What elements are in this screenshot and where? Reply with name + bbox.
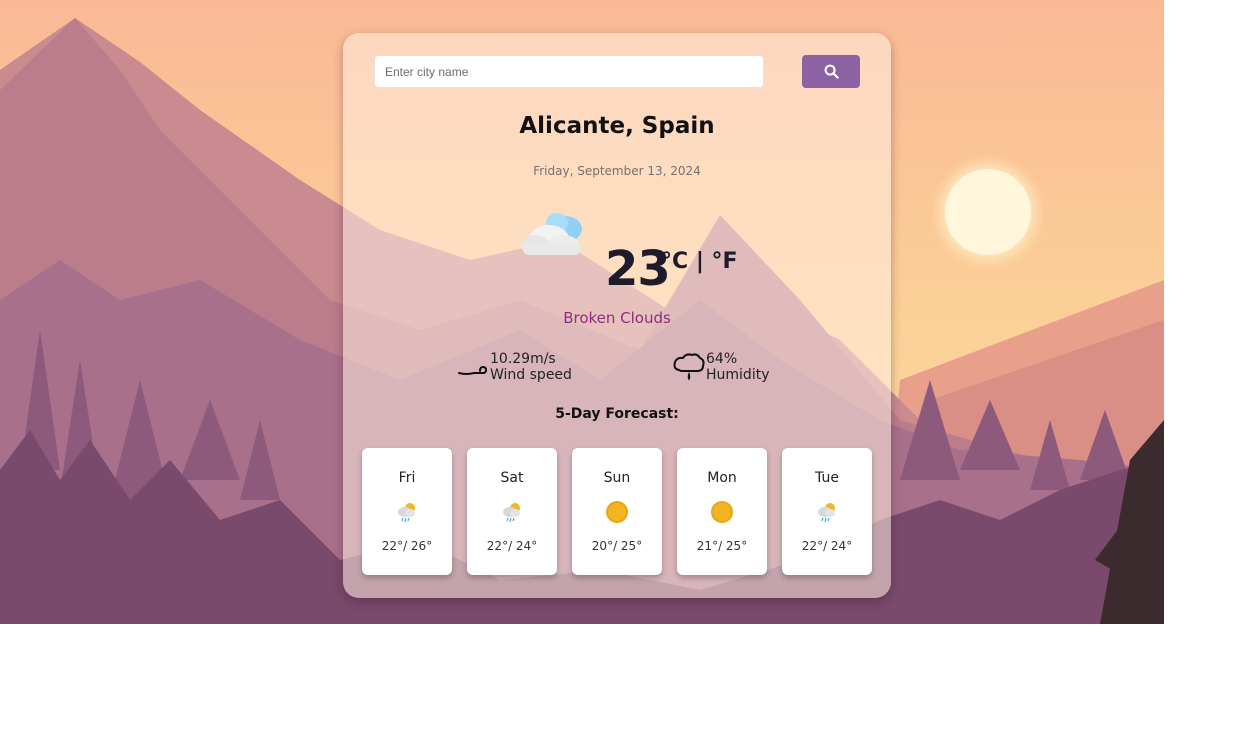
forecast-day: Sun xyxy=(603,470,631,486)
humidity-label: Humidity xyxy=(706,367,770,383)
temperature-unit-toggle: °C | °F xyxy=(661,249,738,274)
broken-clouds-icon xyxy=(521,213,582,255)
celsius-toggle[interactable]: °C xyxy=(661,249,688,274)
sun-icon xyxy=(711,501,733,523)
wind-stat: 10.29m/s Wind speed xyxy=(456,351,572,383)
humidity-icon xyxy=(673,353,705,381)
weather-condition: Broken Clouds xyxy=(563,309,671,327)
fahrenheit-toggle[interactable]: °F xyxy=(712,249,738,274)
wind-speed-value: 10.29m/s xyxy=(490,351,556,367)
light-rain-icon xyxy=(818,503,835,523)
search-icon xyxy=(824,64,839,79)
current-date: Friday, September 13, 2024 xyxy=(533,164,701,178)
forecast-card: Mon 21°/ 25° xyxy=(677,448,767,575)
sun xyxy=(945,169,1031,255)
forecast-day: Tue xyxy=(815,470,839,486)
forecast-temps: 22°/ 24° xyxy=(801,539,853,553)
wind-speed-label: Wind speed xyxy=(490,367,572,383)
forecast-temps: 22°/ 24° xyxy=(486,539,538,553)
forecast-temps: 20°/ 25° xyxy=(591,539,643,553)
search-button[interactable] xyxy=(802,55,860,88)
forecast-card: Sat 22°/ 24° xyxy=(467,448,557,575)
forecast-temps: 22°/ 26° xyxy=(381,539,433,553)
city-name: Alicante, Spain xyxy=(519,113,715,139)
forecast-card: Fri 22°/ 26° xyxy=(362,448,452,575)
forecast-card: Tue 22°/ 24° xyxy=(782,448,872,575)
light-rain-icon xyxy=(398,503,415,523)
forecast-title: 5-Day Forecast: xyxy=(555,406,679,422)
forecast-day: Fri xyxy=(398,470,416,486)
sun-icon xyxy=(606,501,628,523)
unit-separator: | xyxy=(688,249,712,274)
wind-icon xyxy=(458,365,488,375)
light-rain-icon xyxy=(503,503,520,523)
humidity-value: 64% xyxy=(706,351,738,367)
forecast-day: Sat xyxy=(500,470,524,486)
weather-card: Alicante, Spain Friday, September 13, 20… xyxy=(343,33,891,598)
humidity-stat: 64% Humidity xyxy=(673,351,769,383)
forecast-day: Mon xyxy=(707,470,737,486)
search-input[interactable] xyxy=(374,55,764,88)
forecast-card: Sun 20°/ 25° xyxy=(572,448,662,575)
forecast-temps: 21°/ 25° xyxy=(696,539,748,553)
